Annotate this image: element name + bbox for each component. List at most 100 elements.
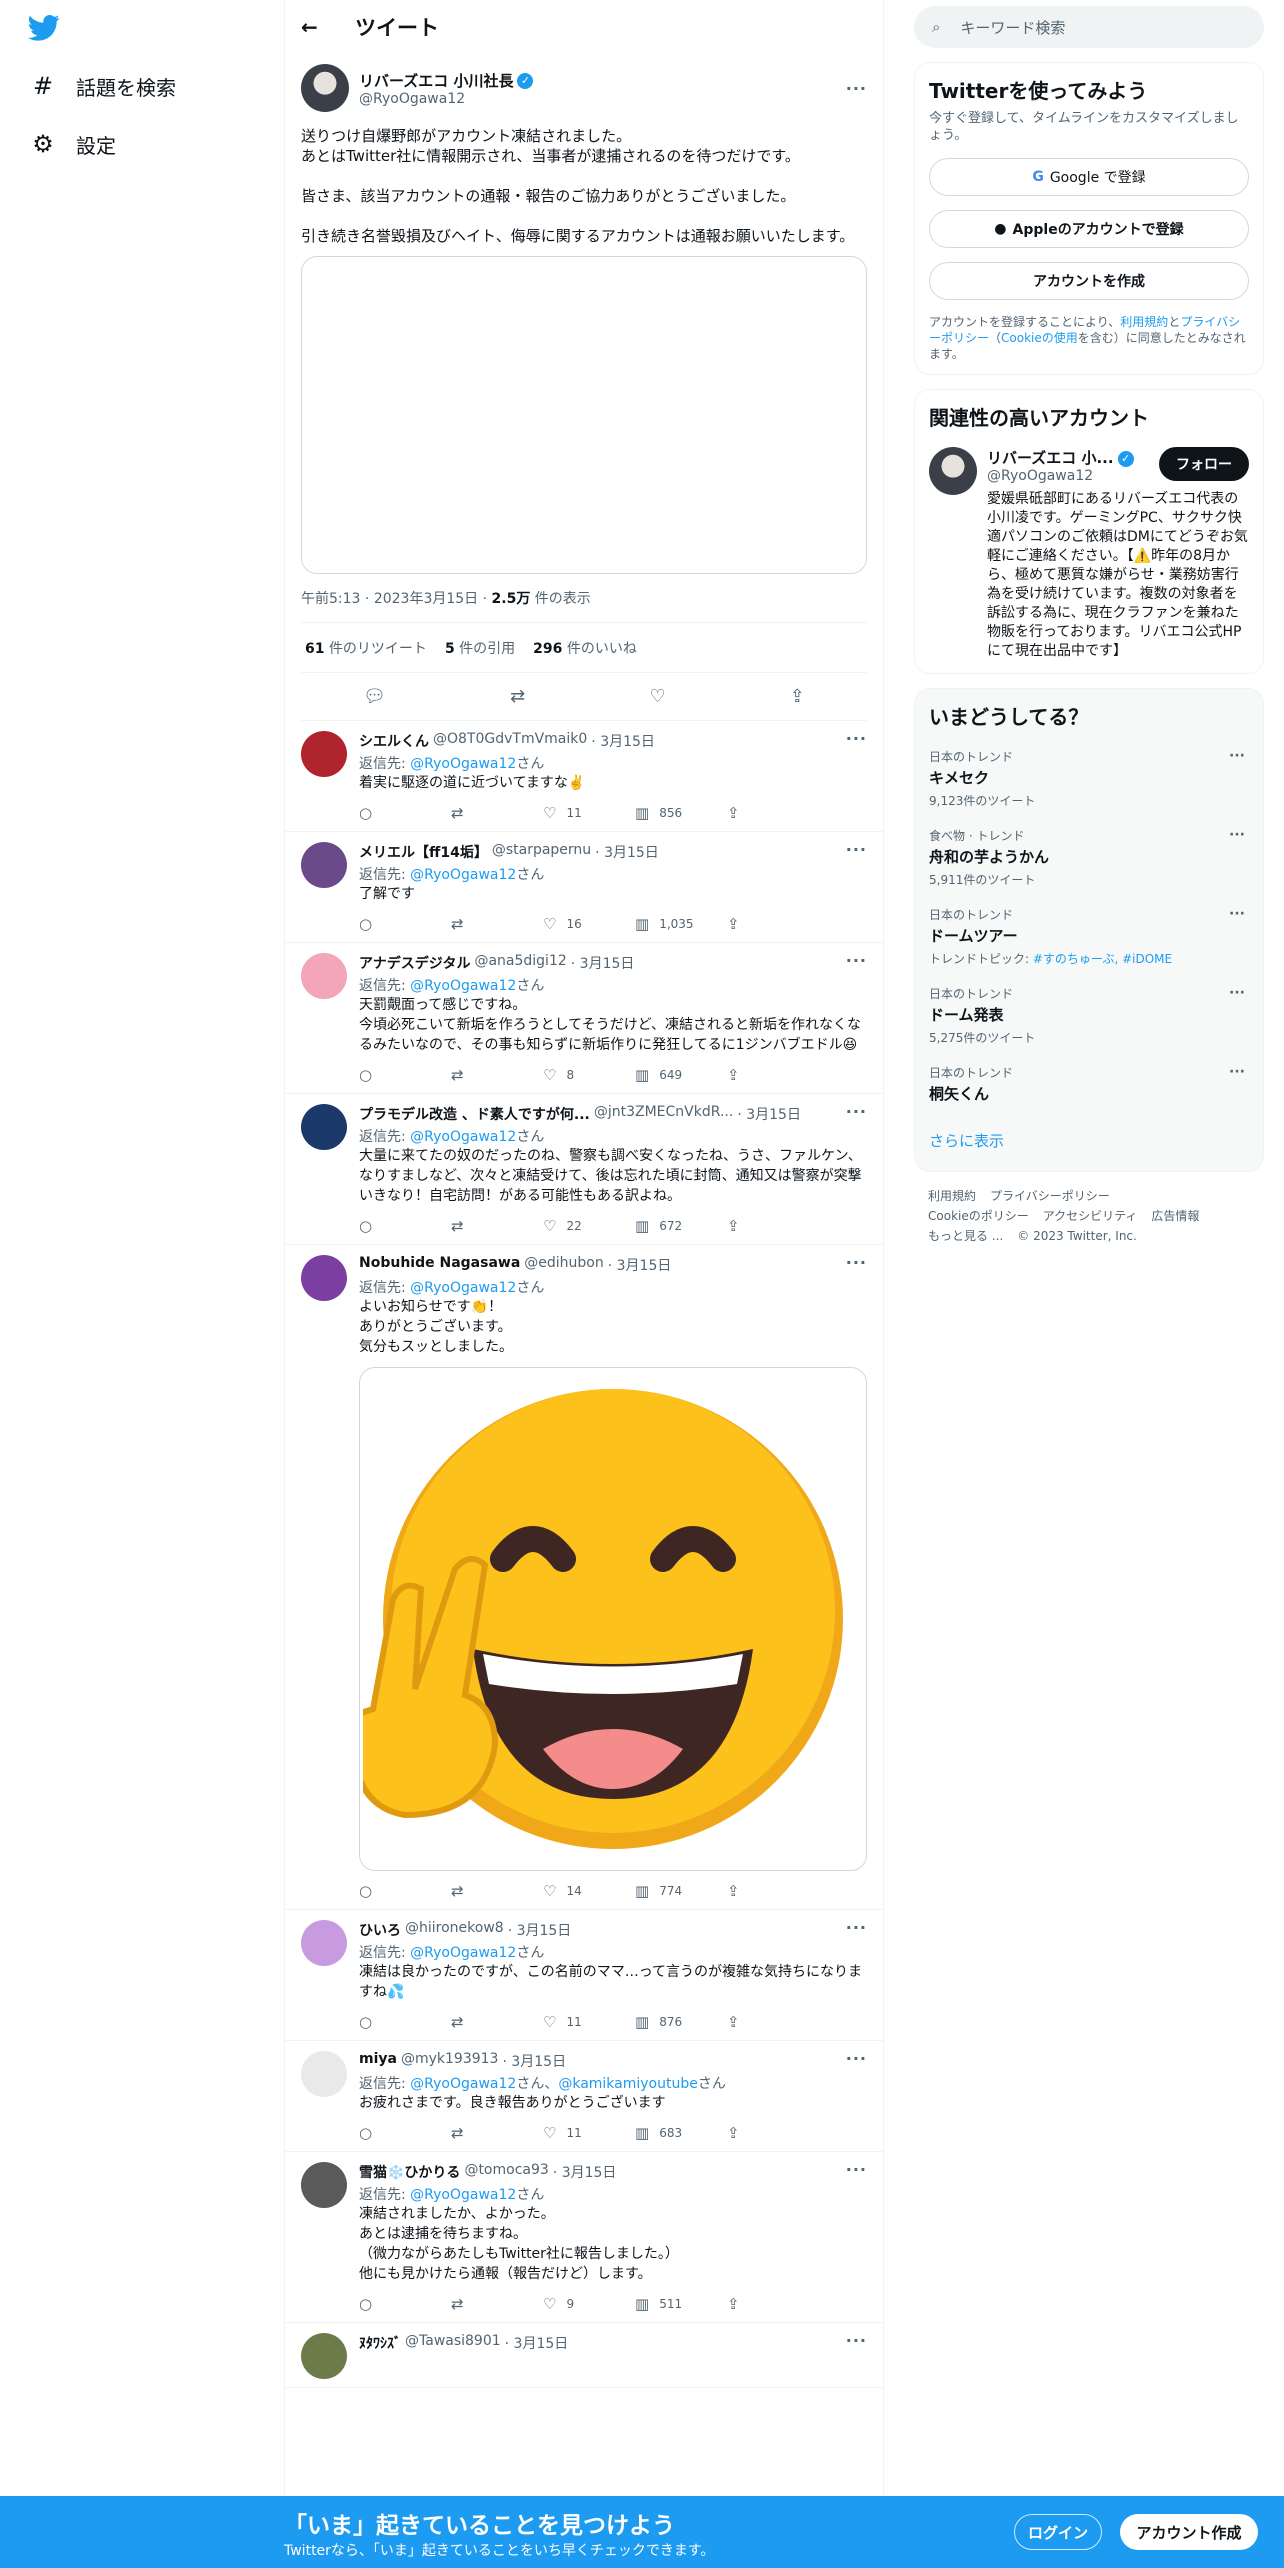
tweet-media[interactable] xyxy=(301,256,867,574)
nav-explore[interactable]: # 話題を検索 xyxy=(28,66,176,106)
like-button[interactable]: ♡ 16 xyxy=(543,915,635,933)
views-button[interactable]: ▥ 649 xyxy=(635,1066,727,1084)
like-button[interactable]: ♡ 14 xyxy=(543,1882,635,1900)
reply-author-name[interactable]: メリエル【ff14垢】 xyxy=(359,842,488,862)
reply-tweet[interactable]: miya @myk193913 · 3月15日 返信先: @RyoOgawa12… xyxy=(285,2041,883,2152)
more-options-icon[interactable]: ··· xyxy=(846,2331,867,2350)
reply-tweet[interactable]: Nobuhide Nagasawa @edihubon · 3月15日 返信先:… xyxy=(285,1245,883,1910)
share-icon[interactable]: ⇪ xyxy=(727,2295,819,2313)
reply-author-handle[interactable]: @myk193913 xyxy=(401,2051,498,2071)
reply-tweet[interactable]: メリエル【ff14垢】 @starpapernu · 3月15日 返信先: @R… xyxy=(285,832,883,943)
reply-date[interactable]: · 3月15日 xyxy=(591,731,655,751)
avatar[interactable] xyxy=(301,953,347,999)
reply-to-handle[interactable]: @RyoOgawa12 xyxy=(410,756,516,772)
reply-tweet[interactable]: ﾇﾀﾜｼｽﾞ @Tawasi8901 · 3月15日 ··· xyxy=(285,2323,883,2388)
reply-author-handle[interactable]: @jnt3ZMECnVkdR... xyxy=(594,1104,733,1124)
retweet-icon[interactable]: ⇄ xyxy=(451,1066,543,1084)
reply-icon[interactable]: 💬︎ xyxy=(363,686,386,707)
views-button[interactable]: ▥ 774 xyxy=(635,1882,727,1900)
reply-author-handle[interactable]: @hiironekow8 xyxy=(405,1920,504,1940)
follow-button[interactable]: フォロー xyxy=(1159,447,1249,481)
reply-to-handle[interactable]: @RyoOgawa12 xyxy=(410,978,516,994)
reply-author-name[interactable]: Nobuhide Nagasawa xyxy=(359,1255,520,1275)
more-options-icon[interactable]: ··· xyxy=(846,79,867,98)
tweet-date[interactable]: 2023年3月15日 xyxy=(374,591,478,607)
reply-date[interactable]: · 3月15日 xyxy=(595,842,659,862)
reply-date[interactable]: · 3月15日 xyxy=(737,1104,801,1124)
trend-item[interactable]: 食べ物 · トレンド 舟和の芋ようかん 5,911件のツイート ··· xyxy=(929,827,1249,888)
search-box[interactable]: ⌕ キーワード検索 xyxy=(914,6,1264,48)
views-button[interactable]: ▥ 1,035 xyxy=(635,915,727,933)
twitter-bird-icon[interactable] xyxy=(28,14,60,42)
trend-item[interactable]: 日本のトレンド キメセク 9,123件のツイート ··· xyxy=(929,748,1249,809)
reply-to-handle[interactable]: @RyoOgawa12 xyxy=(410,2076,516,2092)
reply-author-handle[interactable]: @ana5digi12 xyxy=(474,953,566,973)
reply-icon[interactable]: ○ xyxy=(359,2013,451,2031)
retweet-icon[interactable]: ⇄ xyxy=(451,2124,543,2142)
avatar[interactable] xyxy=(301,1104,347,1150)
like-button[interactable]: ♡ 11 xyxy=(543,804,635,822)
more-options-icon[interactable]: ··· xyxy=(846,951,867,970)
avatar[interactable] xyxy=(301,2333,347,2379)
more-options-icon[interactable]: ··· xyxy=(846,2049,867,2068)
reply-tweet[interactable]: プラモデル改造 、ド素人ですが何... @jnt3ZMECnVkdR... · … xyxy=(285,1094,883,1245)
more-options-icon[interactable]: ··· xyxy=(1229,906,1245,922)
reply-date[interactable]: · 3月15日 xyxy=(505,2333,569,2353)
reply-icon[interactable]: ○ xyxy=(359,1882,451,1900)
reply-author-handle[interactable]: @edihubon xyxy=(524,1255,603,1275)
avatar[interactable] xyxy=(301,1920,347,1966)
reply-tweet[interactable]: 雪猫❄️ひかりる @tomoca93 · 3月15日 返信先: @RyoOgaw… xyxy=(285,2152,883,2323)
signup-button[interactable]: アカウント作成 xyxy=(1120,2514,1258,2550)
google-signup-button[interactable]: G Google で登録 xyxy=(929,158,1249,196)
related-account[interactable]: リバーズエコ 小... ✓ @RyoOgawa12 フォロー 愛媛県砥部町にあるリ… xyxy=(929,447,1249,661)
search-input[interactable]: キーワード検索 xyxy=(960,17,1065,38)
more-options-icon[interactable]: ··· xyxy=(846,1253,867,1272)
trend-item[interactable]: 日本のトレンド 桐矢くん ··· xyxy=(929,1064,1249,1104)
footer-link[interactable]: 広告情報 xyxy=(1151,1209,1199,1223)
login-button[interactable]: ログイン xyxy=(1014,2514,1102,2550)
reply-icon[interactable]: ○ xyxy=(359,915,451,933)
footer-link[interactable]: 利用規約 xyxy=(928,1189,976,1203)
share-icon[interactable]: ⇪ xyxy=(790,686,805,707)
views-button[interactable]: ▥ 511 xyxy=(635,2295,727,2313)
avatar[interactable] xyxy=(301,64,349,112)
reply-to-handle[interactable]: @RyoOgawa12 xyxy=(410,1280,516,1296)
reply-icon[interactable]: ○ xyxy=(359,1217,451,1235)
share-icon[interactable]: ⇪ xyxy=(727,1066,819,1084)
terms-link[interactable]: 利用規約 xyxy=(1120,315,1168,329)
apple-signup-button[interactable]: ● Appleのアカウントで登録 xyxy=(929,210,1249,248)
reply-to-handle[interactable]: @kamikamiyoutube xyxy=(558,2076,698,2092)
retweet-icon[interactable]: ⇄ xyxy=(451,1217,543,1235)
avatar[interactable] xyxy=(301,842,347,888)
show-more-link[interactable]: さらに表示 xyxy=(929,1130,1249,1151)
footer-link[interactable]: アクセシビリティ xyxy=(1043,1209,1138,1223)
reply-author-name[interactable]: アナデスデジタル xyxy=(359,953,470,973)
trend-item[interactable]: 日本のトレンド ドーム発表 5,275件のツイート ··· xyxy=(929,985,1249,1046)
trend-item[interactable]: 日本のトレンド ドームツアー トレンドトピック: #すのちゅーぶ, #iDOME … xyxy=(929,906,1249,967)
reply-author-name[interactable]: miya xyxy=(359,2051,397,2071)
reply-icon[interactable]: ○ xyxy=(359,804,451,822)
reply-date[interactable]: · 3月15日 xyxy=(553,2162,617,2182)
avatar[interactable] xyxy=(301,2162,347,2208)
retweet-icon[interactable]: ⇄ xyxy=(451,2295,543,2313)
more-options-icon[interactable]: ··· xyxy=(846,2160,867,2179)
share-icon[interactable]: ⇪ xyxy=(727,1217,819,1235)
like-stat[interactable]: 296 件のいいね xyxy=(533,638,637,658)
reply-to-handle[interactable]: @RyoOgawa12 xyxy=(410,2187,516,2203)
related-handle[interactable]: @RyoOgawa12 xyxy=(987,468,1134,484)
retweet-icon[interactable]: ⇄ xyxy=(451,915,543,933)
like-button[interactable]: ♡ 9 xyxy=(543,2295,635,2313)
reply-date[interactable]: · 3月15日 xyxy=(571,953,635,973)
more-options-icon[interactable]: ··· xyxy=(1229,827,1245,843)
author-name[interactable]: リバーズエコ 小川社長 xyxy=(359,72,513,90)
more-options-icon[interactable]: ··· xyxy=(1229,985,1245,1001)
reply-author-name[interactable]: ﾇﾀﾜｼｽﾞ xyxy=(359,2333,401,2353)
nav-settings[interactable]: ⚙ 設定 xyxy=(28,124,116,164)
reply-author-handle[interactable]: @starpapernu xyxy=(492,842,591,862)
reply-author-handle[interactable]: @tomoca93 xyxy=(464,2162,548,2182)
like-button[interactable]: ♡ 11 xyxy=(543,2124,635,2142)
back-arrow-icon[interactable]: ← xyxy=(301,15,325,39)
reply-tweet[interactable]: ひいろ @hiironekow8 · 3月15日 返信先: @RyoOgawa1… xyxy=(285,1910,883,2041)
share-icon[interactable]: ⇪ xyxy=(727,804,819,822)
footer-link[interactable]: プライバシーポリシー xyxy=(990,1189,1110,1203)
